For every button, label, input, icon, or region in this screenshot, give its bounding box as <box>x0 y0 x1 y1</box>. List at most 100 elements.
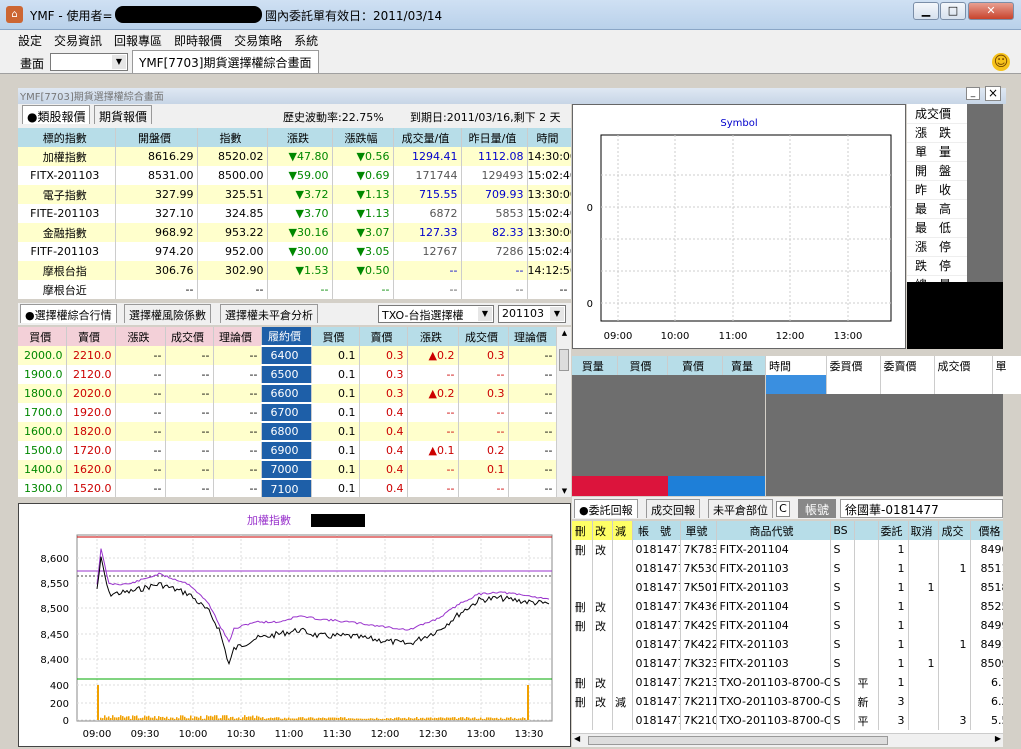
h-scroll-thumb[interactable] <box>588 736 888 745</box>
option-month-select[interactable]: 201103 ▼ <box>498 305 566 323</box>
scroll-left-icon[interactable]: ◀ <box>574 734 580 743</box>
table-row[interactable]: 01814777K530FITX-201103S118511 <box>572 559 1003 578</box>
menu-system[interactable]: 系統 <box>288 30 324 51</box>
taiex-y-tick: 8,400 <box>40 655 69 666</box>
table-row[interactable]: 01814777K323FITX-201103S 11 8509 <box>572 654 1003 673</box>
modify-order-button[interactable]: 改 <box>592 673 613 692</box>
table-cell <box>612 597 633 616</box>
table-row[interactable]: 刪改 01814777K436FITX-201104S 1 8525 <box>572 597 1003 616</box>
table-row[interactable]: 1700.0 1920.0 -- -- -- 6700 0.1 0.4 -- -- -- <box>18 402 557 422</box>
account-field[interactable]: 徐國華-0181477 <box>840 499 1003 518</box>
table-row[interactable]: 電子指數 327.99 325.51 ▼3.72 ▼1.13 715.55 709.93 13… <box>18 185 572 204</box>
volume-bar <box>416 717 418 720</box>
table-cell: 0.4 <box>359 403 408 422</box>
volume-bar <box>164 717 166 720</box>
modify-order-button[interactable]: 改 <box>592 616 613 635</box>
menu-settings[interactable]: 設定 <box>12 30 48 51</box>
table-row[interactable]: 01814777K501FITX-201103S 11 8518 <box>572 578 1003 597</box>
volume-bar <box>190 715 192 720</box>
table-cell: -- <box>115 384 166 403</box>
tab-options-greeks[interactable]: 選擇權風險係數 <box>124 304 211 323</box>
volume-bar <box>208 716 210 720</box>
volume-bar <box>330 717 332 720</box>
tab-order-report[interactable]: ●委託回報 <box>574 499 638 518</box>
tab-options-oi[interactable]: 選擇權未平倉分析 <box>220 304 318 323</box>
table-cell <box>612 673 633 692</box>
table-row[interactable]: 摩根台近 -- -- -- -- -- -- -- <box>18 280 572 299</box>
tab-sector-quotes[interactable]: ●類股報價 <box>22 105 91 124</box>
table-cell: 1400.0 <box>18 460 67 479</box>
table-row[interactable]: 1800.0 2020.0 -- -- -- 6600 0.1 0.3 ▲0.2 0.3 -- <box>18 383 557 403</box>
table-row[interactable]: FITF-201103 974.20 952.00 ▼30.00 ▼3.05 12767 7… <box>18 242 572 261</box>
table-row[interactable]: 1900.0 2120.0 -- -- -- 6500 0.1 0.3 -- -- -- <box>18 364 557 384</box>
symbol-chart-title: Symbol <box>720 118 757 129</box>
reduce-order-button[interactable]: 減 <box>612 692 633 711</box>
delete-order-button[interactable]: 刪 <box>572 673 593 692</box>
modify-order-button[interactable]: 改 <box>592 540 613 559</box>
table-row[interactable]: 2000.0 2210.0 -- -- -- 6400 0.1 0.3 ▲0.2 0.3 -- <box>18 345 557 365</box>
scroll-thumb[interactable] <box>559 349 569 371</box>
volume-bar <box>406 718 408 720</box>
volume-bar <box>404 717 406 720</box>
tab-combined-screen[interactable]: YMF[7703]期貨選擇權綜合畫面 <box>132 50 319 73</box>
volume-bar <box>124 717 126 720</box>
option-product-select[interactable]: TXO-台指選擇權 ▼ <box>378 305 494 323</box>
table-row[interactable]: 1400.0 1620.0 -- -- -- 7000 0.1 0.4 -- 0.1 -- <box>18 459 557 479</box>
scroll-down-icon[interactable]: ▼ <box>557 487 571 495</box>
table-cell: -- <box>165 346 214 365</box>
col-header: 成交價 <box>458 327 509 346</box>
tab-futures-quotes[interactable]: 期貨報價 <box>94 105 153 124</box>
table-row[interactable]: FITX-201103 8531.00 8500.00 ▼59.00 ▼0.69 1717… <box>18 166 572 185</box>
screen-select[interactable]: ▼ <box>50 53 128 71</box>
close-button[interactable]: ✕ <box>968 2 1014 20</box>
table-cell: 1 <box>878 559 909 578</box>
tab-fill-report[interactable]: 成交回報 <box>646 499 700 518</box>
tab-options-quotes[interactable]: ●選擇權綜合行情 <box>20 304 117 323</box>
scroll-up-icon[interactable]: ▲ <box>557 329 571 337</box>
table-cell <box>572 654 593 673</box>
minimize-button[interactable]: ▁ <box>913 2 939 20</box>
panel-close-button[interactable]: × <box>985 86 1001 101</box>
options-scrollbar[interactable]: ▲ ▼ <box>556 327 571 497</box>
delete-order-button[interactable]: 刪 <box>572 616 593 635</box>
modify-order-button[interactable]: 改 <box>592 692 613 711</box>
table-cell: 8499 <box>970 616 1003 635</box>
table-row[interactable]: 刪改減01814777K211TXO-201103-8700-CS新3 6.2 <box>572 692 1003 711</box>
table-row[interactable]: 金融指數 968.92 953.22 ▼30.16 ▼3.07 127.33 82.33 13… <box>18 223 572 242</box>
table-row[interactable]: 刪改 01814777K213TXO-201103-8700-CS平1 6.7 <box>572 673 1003 692</box>
table-row[interactable]: 01814777K210TXO-201103-8700-CS平335.5 <box>572 711 1003 730</box>
table-cell: 8491 <box>970 635 1003 654</box>
tab-open-positions[interactable]: 未平倉部位 <box>708 499 773 518</box>
panel-minimize-button[interactable]: _ <box>966 87 980 100</box>
table-row[interactable]: 摩根台指306.76302.90▼1.53▼0.50----14:12:56 <box>18 261 572 280</box>
table-row[interactable]: 刪改 01814777K783FITX-201104S 1 8490 <box>572 540 1003 559</box>
table-row[interactable]: 刪改 01814777K429FITX-201104S 1 8499 <box>572 616 1003 635</box>
table-cell: 6900 <box>261 440 312 460</box>
menu-reports[interactable]: 回報專區 <box>108 30 168 51</box>
clear-button[interactable]: C <box>776 501 790 517</box>
menu-quotes[interactable]: 即時報價 <box>168 30 228 51</box>
taiex-x-tick: 13:30 <box>515 729 544 740</box>
delete-order-button[interactable]: 刪 <box>572 692 593 711</box>
table-row[interactable]: 1500.0 1720.0 -- -- -- 6900 0.1 0.4 ▲0.1 0.2 -- <box>18 440 557 460</box>
col-header: 理論價 <box>508 327 557 346</box>
table-cell <box>592 578 613 597</box>
menu-trade-info[interactable]: 交易資訊 <box>48 30 108 51</box>
table-row[interactable]: 1300.0 1520.0 -- -- -- 7100 0.1 0.4 -- -- -- <box>18 478 557 497</box>
menu-strategy[interactable]: 交易策略 <box>228 30 288 51</box>
table-row[interactable]: 1600.0 1820.0 -- -- -- 6800 0.1 0.4 -- -- -- <box>18 421 557 441</box>
col-header: 時間 <box>527 128 572 147</box>
taiex-x-tick: 09:30 <box>131 729 160 740</box>
modify-order-button[interactable]: 改 <box>592 597 613 616</box>
scroll-right-icon[interactable]: ▶ <box>995 734 1001 743</box>
delete-order-button[interactable]: 刪 <box>572 540 593 559</box>
orders-h-scrollbar[interactable]: ◀ ▶ <box>572 733 1003 747</box>
maximize-button[interactable]: □ <box>940 2 966 20</box>
table-row[interactable]: FITE-201103 327.10 324.85 ▼3.70 ▼1.13 6872 585… <box>18 204 572 223</box>
detail-label: 開 盤 <box>907 161 967 181</box>
delete-order-button[interactable]: 刪 <box>572 597 593 616</box>
table-row[interactable]: 加權指數 8616.29 8520.02 ▼47.80 ▼0.56 1294.41 1112… <box>18 147 572 166</box>
table-row[interactable]: 01814777K422FITX-201103S118491 <box>572 635 1003 654</box>
smiley-icon[interactable]: ☺ <box>992 53 1010 71</box>
volume-bar <box>527 685 529 720</box>
